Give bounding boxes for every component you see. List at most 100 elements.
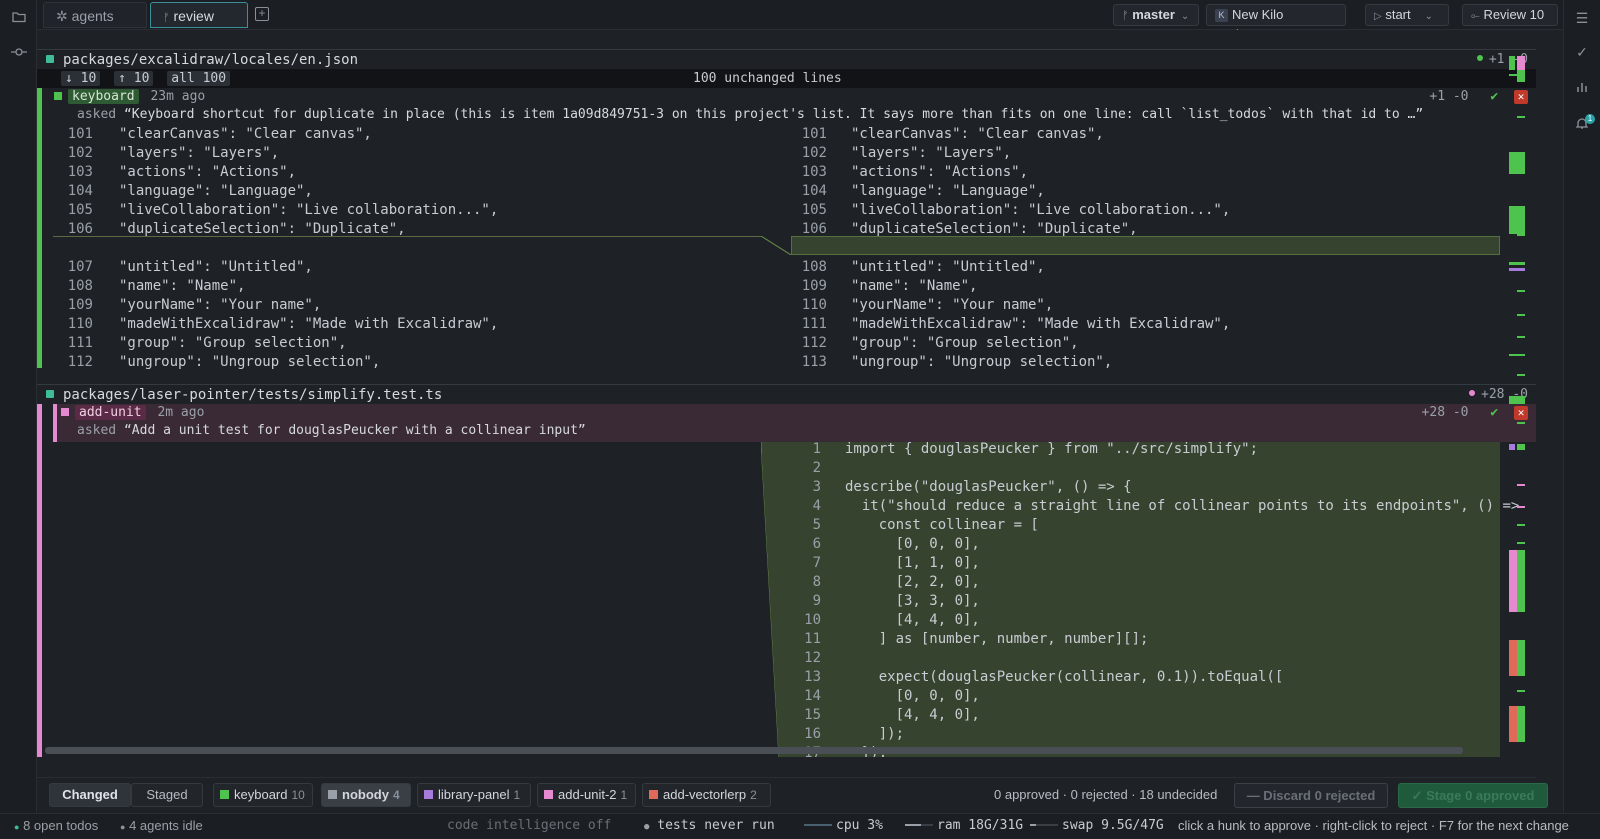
line-text: "yourName": "Your name", — [119, 297, 322, 313]
open-todos-status[interactable]: ● 8 open todos — [14, 814, 98, 839]
change-minimap[interactable] — [1506, 30, 1530, 757]
agent-chip-label: library-panel — [438, 787, 510, 802]
agent-chip-add-unit-2[interactable]: add-unit-2 1 — [537, 783, 636, 807]
line-number: 111 — [801, 316, 827, 332]
agents-status-label: 4 agents idle — [129, 818, 203, 833]
line-number: 108 — [801, 259, 827, 275]
code-line: 102 "layers": "Layers", — [53, 144, 279, 163]
approve-icon[interactable]: ✔ — [1490, 89, 1498, 104]
hunk-stat: +1 -0 — [1429, 89, 1469, 104]
code-line: 8 [2, 2, 0], — [785, 573, 980, 592]
hunk-stat: +28 -0 — [1421, 405, 1469, 420]
expand-all-button[interactable]: all 100 — [167, 71, 231, 86]
asked-prefix: asked — [77, 107, 117, 122]
discard-rejected-button[interactable]: — Discard 0 rejected — [1234, 783, 1388, 808]
line-number: 15 — [804, 707, 821, 723]
line-number: 107 — [67, 259, 93, 275]
line-text: "actions": "Actions", — [851, 164, 1029, 180]
code-line: 112 "ungroup": "Ungroup selection", — [53, 353, 381, 372]
file-header[interactable]: packages/excalidraw/locales/en.json +1 -… — [37, 49, 1536, 69]
ram-label: ram 18G/31G — [937, 818, 1024, 833]
changed-tab[interactable]: Changed — [49, 783, 131, 807]
open-todos-label: 8 open todos — [23, 818, 99, 833]
stage-approved-button[interactable]: ✓ Stage 0 approved — [1398, 783, 1548, 808]
line-number: 7 — [812, 555, 821, 571]
tab-review[interactable]: ᚠ review ✕ — [150, 2, 248, 52]
expand-down-button[interactable]: ↓ 10 — [61, 71, 101, 86]
new-tab-icon[interactable]: + — [255, 7, 269, 21]
tab-agents[interactable]: ✲ agents — [43, 2, 147, 28]
line-text: import { douglasPeucker } from "../src/s… — [845, 441, 1259, 457]
line-text: "layers": "Layers", — [119, 145, 280, 161]
line-text: "duplicateSelection": "Duplicate", — [851, 221, 1138, 237]
line-text: "yourName": "Your name", — [851, 297, 1054, 313]
hunk-agent-bar — [37, 88, 42, 368]
activity-bar — [0, 0, 37, 838]
line-number: 109 — [801, 278, 827, 294]
agent-chip-keyboard[interactable]: keyboard 10 — [213, 783, 313, 807]
diff-view: packages/excalidraw/locales/en.json +1 -… — [37, 30, 1536, 757]
code-line: 105 "liveCollaboration": "Live collaborat… — [791, 201, 1231, 220]
top-bar: ✲ agents ᚠ review ✕ + ᚠ master ⌄ KNew Kil… — [37, 0, 1563, 52]
line-number: 11 — [804, 631, 821, 647]
code-line: 2 — [785, 459, 845, 478]
staged-tab[interactable]: Staged — [131, 783, 203, 807]
hunk-header[interactable]: add-unit 2m ago asked “Add a unit test f… — [53, 404, 1536, 442]
start-button[interactable]: ▷ start ⌄ — [1365, 4, 1449, 26]
expand-up-button[interactable]: ↑ 10 — [114, 71, 154, 86]
added-line-highlight — [791, 236, 1500, 255]
hunk-header[interactable]: keyboard 23m ago asked “Keyboard shortcu… — [42, 88, 1536, 126]
line-text: ]); — [845, 726, 905, 742]
unchanged-lines-label: 100 unchanged lines — [693, 71, 842, 86]
code-line: 15 [4, 4, 0], — [785, 706, 980, 725]
line-number: 101 — [67, 126, 93, 142]
menu-icon[interactable]: ☰ — [1573, 9, 1591, 27]
line-text: [1, 1, 0], — [845, 555, 980, 571]
code-line: 101 "clearCanvas": "Clear canvas", — [53, 125, 372, 144]
commit-icon[interactable] — [10, 44, 28, 62]
horizontal-scrollbar[interactable] — [45, 747, 1463, 754]
line-number: 102 — [801, 145, 827, 161]
review-summary: 0 approved · 0 rejected · 18 undecided — [994, 787, 1218, 802]
file-header[interactable]: packages/laser-pointer/tests/simplify.te… — [37, 384, 1536, 404]
line-number: 110 — [801, 297, 827, 313]
tests-status[interactable]: ● tests never run — [644, 814, 775, 839]
approve-icon[interactable]: ✔ — [1490, 405, 1498, 420]
agent-chip-library-panel[interactable]: library-panel 1 — [417, 783, 531, 807]
line-text: [0, 0, 0], — [845, 536, 980, 552]
code-line: 109 "name": "Name", — [791, 277, 978, 296]
branch-button[interactable]: ᚠ master ⌄ — [1113, 4, 1199, 26]
insertion-divider — [53, 236, 761, 237]
unchanged-lines-bar: ↓ 10 ↑ 10 all 100 100 unchanged lines — [37, 69, 1536, 88]
agent-swatch-icon — [328, 790, 337, 799]
kilo-icon: K — [1215, 9, 1228, 22]
line-text: describe("douglasPeucker", () => { — [845, 479, 1132, 495]
agent-chip-add-vectorlerp[interactable]: add-vectorlerp 2 — [642, 783, 771, 807]
new-kilo-code-button[interactable]: KNew Kilo Code⌄ — [1206, 4, 1346, 42]
folder-icon[interactable] — [10, 9, 28, 27]
hunk-agent-bar — [37, 404, 42, 757]
branch-label: master — [1132, 7, 1175, 22]
agent-chip-count: 2 — [750, 788, 757, 802]
chevron-down-icon: ⌄ — [1180, 11, 1190, 22]
line-number: 16 — [804, 726, 821, 742]
code-line: 113 "ungroup": "Ungroup selection", — [791, 353, 1113, 372]
chart-icon[interactable] — [1573, 79, 1591, 97]
line-number: 6 — [812, 536, 821, 552]
file-status-icon — [46, 55, 54, 63]
line-number: 10 — [804, 612, 821, 628]
review-button[interactable]: ⟜ Review 10 — [1462, 4, 1558, 26]
agent-chip-count: 4 — [392, 788, 400, 802]
code-line: 12 — [785, 649, 845, 668]
line-number: 108 — [67, 278, 93, 294]
code-line: 101 "clearCanvas": "Clear canvas", — [791, 125, 1104, 144]
line-number: 103 — [801, 164, 827, 180]
code-intelligence-status[interactable]: code intelligence off — [447, 814, 611, 838]
check-icon[interactable]: ✓ — [1573, 43, 1591, 61]
line-number: 101 — [801, 126, 827, 142]
agent-chip-nobody[interactable]: nobody 4 — [321, 783, 411, 807]
line-text: "clearCanvas": "Clear canvas", — [119, 126, 372, 142]
line-number: 105 — [67, 202, 93, 218]
agents-status[interactable]: ● 4 agents idle — [120, 814, 203, 839]
sparkle-icon: ✲ — [56, 8, 68, 24]
